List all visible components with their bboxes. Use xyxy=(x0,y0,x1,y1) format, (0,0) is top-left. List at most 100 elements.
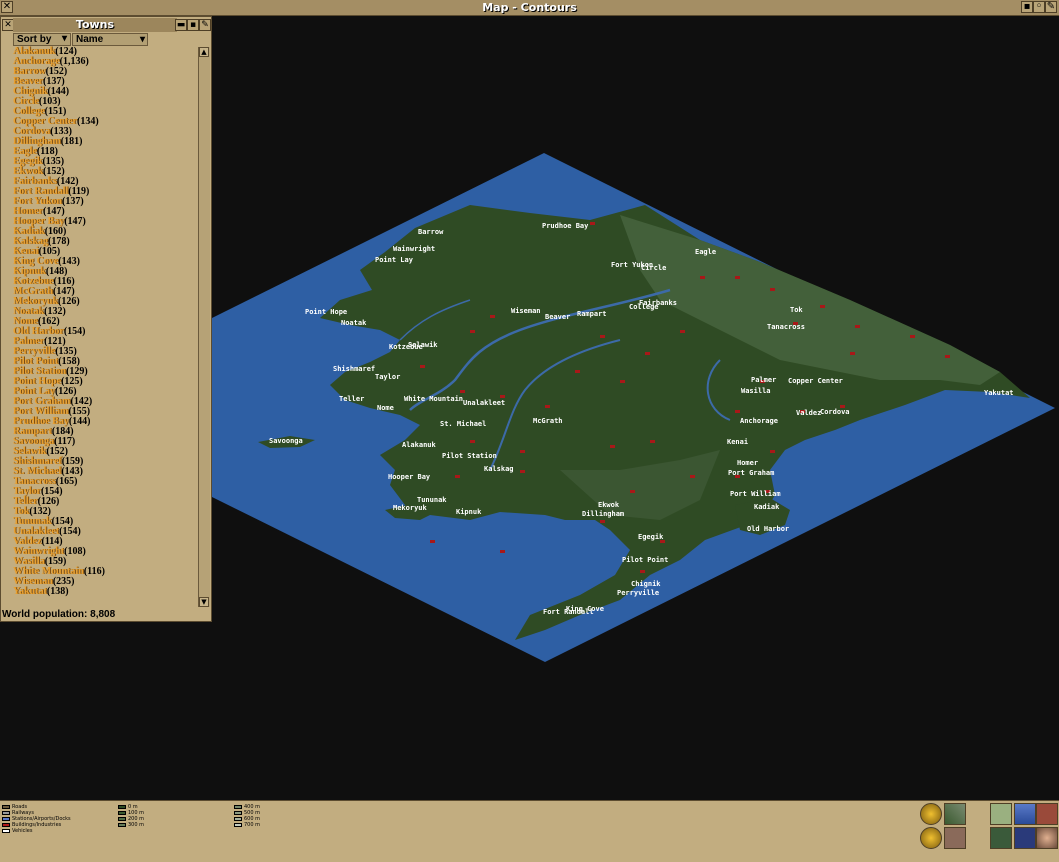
map-town-label[interactable]: Anchorage xyxy=(740,417,778,425)
map-town-label[interactable]: McGrath xyxy=(533,417,563,425)
zoom-out-icon[interactable] xyxy=(920,827,942,849)
map-town-label[interactable]: Valdez xyxy=(796,409,821,417)
map-town-label[interactable]: Eagle xyxy=(695,248,716,256)
legend-swatch xyxy=(2,822,10,827)
map-town-label[interactable]: Egegik xyxy=(638,533,664,541)
map-town-label[interactable]: Copper Center xyxy=(788,377,843,385)
terrain-icon[interactable] xyxy=(944,803,966,825)
town-population: (147) xyxy=(64,216,86,227)
map-town-label[interactable]: Unalakleet xyxy=(463,399,505,407)
map-town-label[interactable]: Dillingham xyxy=(582,510,624,518)
legend-swatch xyxy=(2,810,10,815)
map-town-label[interactable]: Circle xyxy=(641,264,666,272)
building-marker xyxy=(640,570,645,573)
building-marker xyxy=(600,520,605,523)
map-town-label[interactable]: Taylor xyxy=(375,373,400,381)
map-town-label[interactable]: Pilot Point xyxy=(622,556,668,564)
sticky-icon[interactable]: ▪ xyxy=(187,19,199,31)
map-town-label[interactable]: Port William xyxy=(730,490,781,498)
map-town-label[interactable]: St. Michael xyxy=(440,420,486,428)
map-town-label[interactable]: Wasilla xyxy=(741,387,771,395)
map-town-label[interactable]: Nome xyxy=(377,404,394,412)
map-town-label[interactable]: Cordova xyxy=(820,408,850,416)
vegetation-icon[interactable] xyxy=(1014,803,1036,825)
contours-icon[interactable] xyxy=(990,803,1012,825)
pin-icon[interactable]: ✎ xyxy=(1045,1,1057,13)
scroll-up-icon[interactable]: ▲ xyxy=(199,47,209,57)
building-marker xyxy=(575,370,580,373)
industry-icon[interactable] xyxy=(944,827,966,849)
map-town-label[interactable]: Ekwok xyxy=(598,501,620,509)
window-title: Map - Contours xyxy=(482,1,577,14)
legend-item: 700 m xyxy=(234,822,260,828)
minimize-icon[interactable]: ▪ xyxy=(1021,1,1033,13)
owner-face-icon[interactable] xyxy=(1036,827,1058,849)
building-marker xyxy=(770,288,775,291)
map-town-label[interactable]: White Mountain xyxy=(404,395,463,403)
map-town-label[interactable]: Alakanuk xyxy=(402,441,437,449)
map-town-label[interactable]: Kipnuk xyxy=(456,508,482,516)
map-town-label[interactable]: Beaver xyxy=(545,313,570,321)
map-town-label[interactable]: Chignik xyxy=(631,580,661,588)
map-town-label[interactable]: Point Lay xyxy=(375,256,414,264)
map-town-label[interactable]: Shishmaref xyxy=(333,365,375,373)
routes-icon[interactable] xyxy=(990,827,1012,849)
map-town-label[interactable]: Prudhoe Bay xyxy=(542,222,589,230)
pin-icon[interactable]: ✎ xyxy=(199,19,211,31)
vehicles-icon[interactable] xyxy=(1014,827,1036,849)
map-town-label[interactable]: Tanacross xyxy=(767,323,805,331)
building-marker xyxy=(700,276,705,279)
owner-icon[interactable] xyxy=(1036,803,1058,825)
building-marker xyxy=(610,445,615,448)
map-town-label[interactable]: Port Graham xyxy=(728,469,774,477)
map-town-label[interactable]: Kalskag xyxy=(484,465,514,473)
building-marker xyxy=(770,450,775,453)
map-town-label[interactable]: Teller xyxy=(339,395,364,403)
building-marker xyxy=(910,335,915,338)
scroll-down-icon[interactable]: ▼ xyxy=(199,597,209,607)
map-town-label[interactable]: Tununak xyxy=(417,496,447,504)
map-town-label[interactable]: College xyxy=(629,303,659,311)
town-list-item[interactable]: Yakutat(138) xyxy=(13,587,199,597)
map-town-label[interactable]: Kenai xyxy=(727,438,748,446)
map-town-label[interactable]: Noatak xyxy=(341,319,367,327)
legend-swatch xyxy=(118,804,126,809)
map-town-label[interactable]: Mekoryuk xyxy=(393,504,428,512)
sort-row: Sort by ▾ Name ▾ xyxy=(3,33,199,46)
legend-swatch xyxy=(234,822,242,827)
map-town-label[interactable]: Palmer xyxy=(751,376,776,384)
map-town-label[interactable]: Fort Randall xyxy=(543,608,594,616)
sort-order-icon[interactable]: ▾ xyxy=(59,33,71,46)
map-town-label[interactable]: Yakutat xyxy=(984,389,1014,397)
building-marker xyxy=(680,330,685,333)
map-town-label[interactable]: Wainwright xyxy=(393,245,435,253)
map-town-label[interactable]: Selawik xyxy=(408,341,438,349)
building-marker xyxy=(500,550,505,553)
map-town-label[interactable]: Hooper Bay xyxy=(388,473,431,481)
map-town-label[interactable]: Old Harbor xyxy=(747,525,789,533)
map-town-label[interactable]: Wiseman xyxy=(511,307,541,315)
map-town-label[interactable]: Rampart xyxy=(577,310,607,318)
building-marker xyxy=(735,276,740,279)
map-town-label[interactable]: Kadiak xyxy=(754,503,780,511)
building-marker xyxy=(500,395,505,398)
building-marker xyxy=(630,490,635,493)
map-town-label[interactable]: Tok xyxy=(790,306,803,314)
sort-dropdown[interactable]: Name ▾ xyxy=(72,33,148,46)
map-town-label[interactable]: Barrow xyxy=(418,228,444,236)
minimize-icon[interactable]: ▬ xyxy=(175,19,187,31)
building-marker xyxy=(600,335,605,338)
town-name[interactable]: Yakutat xyxy=(13,586,47,597)
map-town-label[interactable]: Homer xyxy=(737,459,758,467)
map-town-label[interactable]: Point Hope xyxy=(305,308,347,316)
legend-swatch xyxy=(2,816,10,821)
building-marker xyxy=(520,470,525,473)
building-marker xyxy=(590,222,595,225)
scrollbar[interactable]: ▲ ▼ xyxy=(198,47,210,607)
map-town-label[interactable]: Perryville xyxy=(617,589,659,597)
map-town-label[interactable]: Pilot Station xyxy=(442,452,497,460)
map-town-label[interactable]: Savoonga xyxy=(269,437,303,445)
sticky-icon[interactable]: ◦ xyxy=(1033,1,1045,13)
zoom-in-icon[interactable] xyxy=(920,803,942,825)
town-population: (108) xyxy=(64,546,86,557)
